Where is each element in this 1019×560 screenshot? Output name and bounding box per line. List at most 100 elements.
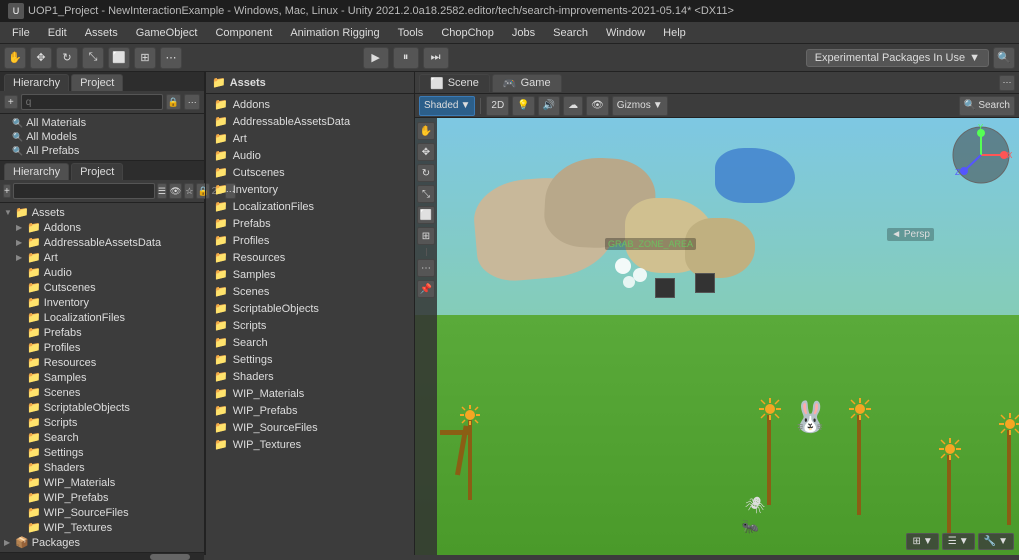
tree-item-cutscenes[interactable]: 📁 Cutscenes (0, 280, 204, 295)
fx-btn[interactable]: ☁ (563, 96, 583, 116)
rotate-scene-btn[interactable]: ↻ (417, 164, 435, 182)
menu-search[interactable]: Search (545, 25, 596, 41)
tree-item-profiles[interactable]: 📁 Profiles (0, 340, 204, 355)
folder-wip-prefabs[interactable]: 📁 WIP_Prefabs (206, 402, 414, 419)
audio-btn[interactable]: 🔊 (538, 96, 560, 116)
tree-item-scripts[interactable]: 📁 Scripts (0, 415, 204, 430)
pause-button[interactable]: ⏸ (393, 47, 419, 69)
horizontal-scrollbar[interactable] (0, 552, 204, 560)
folder-art[interactable]: 📁 Art (206, 130, 414, 147)
folder-audio[interactable]: 📁 Audio (206, 147, 414, 164)
folder-wip-materials[interactable]: 📁 WIP_Materials (206, 385, 414, 402)
hierarchy-more-btn[interactable]: ⋯ (184, 94, 200, 110)
tree-item-wip-source[interactable]: 📁 WIP_SourceFiles (0, 505, 204, 520)
folder-scriptable[interactable]: 📁 ScriptableObjects (206, 300, 414, 317)
menu-gameobject[interactable]: GameObject (128, 25, 206, 41)
snap-control-btn[interactable]: 🔧▼ (978, 533, 1014, 550)
tree-item-wip-prefabs[interactable]: 📁 WIP_Prefabs (0, 490, 204, 505)
folder-prefabs[interactable]: 📁 Prefabs (206, 215, 414, 232)
tab-hierarchy[interactable]: Hierarchy (4, 74, 69, 91)
menu-chopchop[interactable]: ChopChop (433, 25, 502, 41)
tab-project[interactable]: Project (71, 163, 123, 180)
transform-scene-btn[interactable]: ⊞ (417, 227, 435, 245)
menu-assets[interactable]: Assets (77, 25, 126, 41)
step-button[interactable]: ⏭ (423, 47, 449, 69)
tree-item-assets-root[interactable]: ▼ 📁 Assets (0, 205, 204, 220)
pin-scene-btn[interactable]: 📌 (417, 280, 435, 298)
h-item-all-models[interactable]: 🔍 All Models (0, 130, 204, 144)
display-control-btn[interactable]: ☰▼ (942, 533, 975, 550)
h-item-all-prefabs[interactable]: 🔍 All Prefabs (0, 144, 204, 158)
menu-file[interactable]: File (4, 25, 38, 41)
tree-item-wip-textures[interactable]: 📁 WIP_Textures (0, 520, 204, 535)
project-search-input[interactable] (13, 183, 155, 199)
folder-cutscenes[interactable]: 📁 Cutscenes (206, 164, 414, 181)
hand-scene-btn[interactable]: ✋ (417, 122, 435, 140)
tree-item-scenes[interactable]: 📁 Scenes (0, 385, 204, 400)
shaded-btn[interactable]: Shaded ▼ (419, 96, 475, 116)
tree-item-shaders[interactable]: 📁 Shaders (0, 460, 204, 475)
hierarchy-lock-btn[interactable]: 🔒 (166, 94, 182, 110)
menu-edit[interactable]: Edit (40, 25, 75, 41)
hierarchy-add-button[interactable]: + (4, 95, 18, 109)
folder-scripts[interactable]: 📁 Scripts (206, 317, 414, 334)
tree-item-search[interactable]: 📁 Search (0, 430, 204, 445)
menu-animation-rigging[interactable]: Animation Rigging (282, 25, 387, 41)
project-add-button[interactable]: + (3, 184, 11, 198)
move-tool-btn[interactable]: ✥ (30, 47, 52, 69)
tree-item-wip-materials[interactable]: 📁 WIP_Materials (0, 475, 204, 490)
hierarchy-search-input[interactable] (21, 94, 163, 110)
grid-control-btn[interactable]: ⊞▼ (906, 533, 938, 550)
tree-item-samples[interactable]: 📁 Samples (0, 370, 204, 385)
experimental-packages-dropdown[interactable]: Experimental Packages In Use ▼ (806, 49, 989, 67)
folder-addressable[interactable]: 📁 AddressableAssetsData (206, 113, 414, 130)
tree-item-audio[interactable]: 📁 Audio (0, 265, 204, 280)
move-scene-btn[interactable]: ✥ (417, 143, 435, 161)
folder-wip-textures[interactable]: 📁 WIP_Textures (206, 436, 414, 453)
menu-tools[interactable]: Tools (390, 25, 432, 41)
folder-inventory[interactable]: 📁 Inventory (206, 181, 414, 198)
folder-wip-source[interactable]: 📁 WIP_SourceFiles (206, 419, 414, 436)
tab-hierarchy-2[interactable]: Hierarchy (4, 163, 69, 180)
tree-item-settings[interactable]: 📁 Settings (0, 445, 204, 460)
h-item-all-materials[interactable]: 🔍 All Materials (0, 116, 204, 130)
gizmos-btn[interactable]: Gizmos ▼ (612, 96, 668, 116)
custom-tool-btn[interactable]: ⋯ (160, 47, 182, 69)
tree-item-prefabs[interactable]: 📁 Prefabs (0, 325, 204, 340)
folder-settings[interactable]: 📁 Settings (206, 351, 414, 368)
2d-btn[interactable]: 2D (486, 96, 509, 116)
menu-jobs[interactable]: Jobs (504, 25, 543, 41)
folder-addons[interactable]: 📁 Addons (206, 96, 414, 113)
scrollbar-thumb[interactable] (150, 554, 190, 560)
rect-tool-btn[interactable]: ⬜ (108, 47, 130, 69)
tab-project-small[interactable]: Project (71, 74, 123, 91)
scale-tool-btn[interactable]: ⤡ (82, 47, 104, 69)
folder-search[interactable]: 📁 Search (206, 334, 414, 351)
rect-scene-btn[interactable]: ⬜ (417, 206, 435, 224)
project-eye-btn[interactable]: 👁 (169, 183, 182, 199)
tree-item-packages[interactable]: ▶ 📦 Packages (0, 535, 204, 550)
tree-item-scriptable[interactable]: 📁 ScriptableObjects (0, 400, 204, 415)
tab-game[interactable]: 🎮 Game (492, 74, 562, 92)
project-filter-btn[interactable]: ☰ (157, 183, 167, 199)
play-button[interactable]: ▶ (363, 47, 389, 69)
menu-window[interactable]: Window (598, 25, 653, 41)
scene-visibility-btn[interactable]: 👁 (586, 96, 609, 116)
menu-help[interactable]: Help (655, 25, 694, 41)
tree-item-art[interactable]: ▶ 📁 Art (0, 250, 204, 265)
folder-profiles[interactable]: 📁 Profiles (206, 232, 414, 249)
scene-options-btn[interactable]: ⋯ (999, 75, 1015, 91)
extra-scene-btn[interactable]: ⋯ (417, 259, 435, 277)
folder-samples[interactable]: 📁 Samples (206, 266, 414, 283)
tree-item-addons[interactable]: ▶ 📁 Addons (0, 220, 204, 235)
menu-component[interactable]: Component (207, 25, 280, 41)
rotate-tool-btn[interactable]: ↻ (56, 47, 78, 69)
project-star-btn[interactable]: ☆ (184, 183, 194, 199)
tree-item-inventory[interactable]: 📁 Inventory (0, 295, 204, 310)
tree-item-localization[interactable]: 📁 LocalizationFiles (0, 310, 204, 325)
transform-tool-btn[interactable]: ⊞ (134, 47, 156, 69)
folder-localization[interactable]: 📁 LocalizationFiles (206, 198, 414, 215)
folder-scenes[interactable]: 📁 Scenes (206, 283, 414, 300)
lighting-btn[interactable]: 💡 (512, 96, 534, 116)
scene-search-btn[interactable]: 🔍 Search (959, 96, 1015, 116)
